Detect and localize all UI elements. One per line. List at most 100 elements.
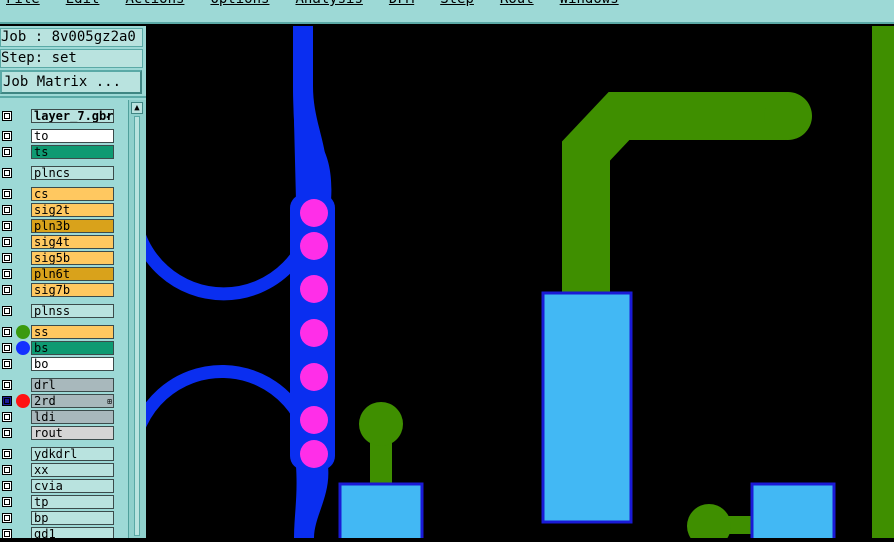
layer-name[interactable]: sig5b	[31, 251, 114, 265]
layer-name-text: cvia	[34, 479, 63, 493]
layer-row[interactable]: cs	[0, 186, 128, 202]
layer-row[interactable]: ldi	[0, 409, 128, 425]
layer-name[interactable]: 2rd ⊞	[31, 394, 114, 408]
layer-name[interactable]: bs	[31, 341, 114, 355]
layer-row[interactable]: bo	[0, 356, 128, 372]
layer-row[interactable]: sig2t	[0, 202, 128, 218]
layer-list-scrollbar[interactable]: ▲	[128, 100, 146, 538]
layer-name[interactable]: to	[31, 129, 114, 143]
layer-row[interactable]: to	[0, 128, 128, 144]
layer-name[interactable]: ydkdrl	[31, 447, 114, 461]
layer-name-text: rout	[34, 426, 63, 440]
scrollbar-track[interactable]	[134, 116, 140, 536]
layer-checkbox[interactable]	[2, 529, 12, 538]
layer-name[interactable]: pln3b	[31, 219, 114, 233]
layer-checkbox[interactable]	[2, 131, 12, 141]
layer-checkbox[interactable]	[2, 237, 12, 247]
layer-checkbox[interactable]	[2, 513, 12, 523]
layer-row[interactable]: ydkdrl	[0, 446, 128, 462]
layer-name[interactable]: sig4t	[31, 235, 114, 249]
menu-options[interactable]: Options	[210, 0, 269, 7]
layer-checkbox[interactable]	[2, 205, 12, 215]
layer-row[interactable]: pln6t	[0, 266, 128, 282]
layer-row[interactable]: cvia	[0, 478, 128, 494]
layer-row[interactable]: rout	[0, 425, 128, 441]
layer-row[interactable]: layer_7.gbr ⬋	[0, 108, 128, 124]
layer-checkbox[interactable]	[2, 168, 12, 178]
layer-name[interactable]: pln6t	[31, 267, 114, 281]
copper-trace-top	[293, 26, 313, 86]
layer-row[interactable]: plncs	[0, 165, 128, 181]
layer-checkbox[interactable]	[2, 359, 12, 369]
layer-row[interactable]: sig4t	[0, 234, 128, 250]
layer-checkbox[interactable]	[2, 428, 12, 438]
layer-name[interactable]: gd1	[31, 527, 114, 538]
layer-checkbox[interactable]	[2, 306, 12, 316]
layer-name[interactable]: rout	[31, 426, 114, 440]
via	[300, 440, 328, 468]
menu-file[interactable]: File	[6, 0, 40, 7]
layer-checkbox[interactable]	[2, 449, 12, 459]
layer-row[interactable]: sig7b	[0, 282, 128, 298]
layer-name[interactable]: cs	[31, 187, 114, 201]
job-label: Job : 8v005gz2a0	[0, 28, 143, 47]
layer-name-text: bo	[34, 357, 49, 371]
menu-dfm[interactable]: DFM	[389, 0, 414, 7]
layer-name[interactable]: ldi	[31, 410, 114, 424]
layer-panel: Job : 8v005gz2a0 Step: set Job Matrix ..…	[0, 26, 146, 538]
layer-name[interactable]: tp	[31, 495, 114, 509]
layer-name[interactable]: sig2t	[31, 203, 114, 217]
layer-row[interactable]: 2rd ⊞	[0, 393, 128, 409]
job-matrix-button[interactable]: Job Matrix ...	[0, 70, 142, 94]
menu-windows[interactable]: Windows	[560, 0, 619, 7]
layer-name-text: cs	[34, 187, 49, 201]
layer-row[interactable]: bp	[0, 510, 128, 526]
layer-checkbox[interactable]	[2, 147, 12, 157]
layer-checkbox[interactable]	[2, 269, 12, 279]
layer-checkbox[interactable]	[2, 285, 12, 295]
layer-checkbox[interactable]	[2, 111, 12, 121]
layer-checkbox[interactable]	[2, 380, 12, 390]
graphics-canvas[interactable]	[125, 26, 894, 542]
layer-row[interactable]: bs	[0, 340, 128, 356]
layer-row[interactable]: pln3b	[0, 218, 128, 234]
layer-checkbox[interactable]	[2, 497, 12, 507]
layer-row[interactable]: drl	[0, 377, 128, 393]
layer-checkbox[interactable]	[2, 465, 12, 475]
layer-name[interactable]: bp	[31, 511, 114, 525]
layer-name[interactable]: drl	[31, 378, 114, 392]
menu-rout[interactable]: Rout	[500, 0, 534, 7]
smd-pad-large	[541, 291, 633, 524]
layer-checkbox[interactable]	[2, 343, 12, 353]
layer-name[interactable]: bo	[31, 357, 114, 371]
layer-name[interactable]: ts	[31, 145, 114, 159]
layer-row[interactable]: sig5b	[0, 250, 128, 266]
menu-step[interactable]: Step	[440, 0, 474, 7]
menu-analysis[interactable]: Analysis	[295, 0, 362, 7]
layer-checkbox[interactable]	[2, 396, 12, 406]
layer-checkbox[interactable]	[2, 253, 12, 263]
layer-checkbox[interactable]	[2, 481, 12, 491]
layer-checkbox[interactable]	[2, 327, 12, 337]
scroll-up-icon[interactable]: ▲	[131, 102, 143, 114]
layer-name[interactable]: cvia	[31, 479, 114, 493]
layer-row[interactable]: tp	[0, 494, 128, 510]
layer-name[interactable]: plnss	[31, 304, 114, 318]
layer-name[interactable]: layer_7.gbr ⬋	[31, 109, 114, 123]
menu-edit[interactable]: Edit	[66, 0, 100, 7]
layer-checkbox[interactable]	[2, 221, 12, 231]
layer-row[interactable]: xx	[0, 462, 128, 478]
layer-checkbox[interactable]	[2, 189, 12, 199]
layer-name[interactable]: sig7b	[31, 283, 114, 297]
layer-name[interactable]: ss	[31, 325, 114, 339]
layer-row[interactable]: ts	[0, 144, 128, 160]
layer-checkbox[interactable]	[2, 412, 12, 422]
layer-row[interactable]: plnss	[0, 303, 128, 319]
menu-actions[interactable]: Actions	[125, 0, 184, 7]
layer-name[interactable]: xx	[31, 463, 114, 477]
layer-row[interactable]: gd1	[0, 526, 128, 538]
pcb-view[interactable]	[125, 26, 894, 542]
layer-row[interactable]: ss	[0, 324, 128, 340]
layer-name[interactable]: plncs	[31, 166, 114, 180]
stub-pad-right	[687, 504, 731, 542]
